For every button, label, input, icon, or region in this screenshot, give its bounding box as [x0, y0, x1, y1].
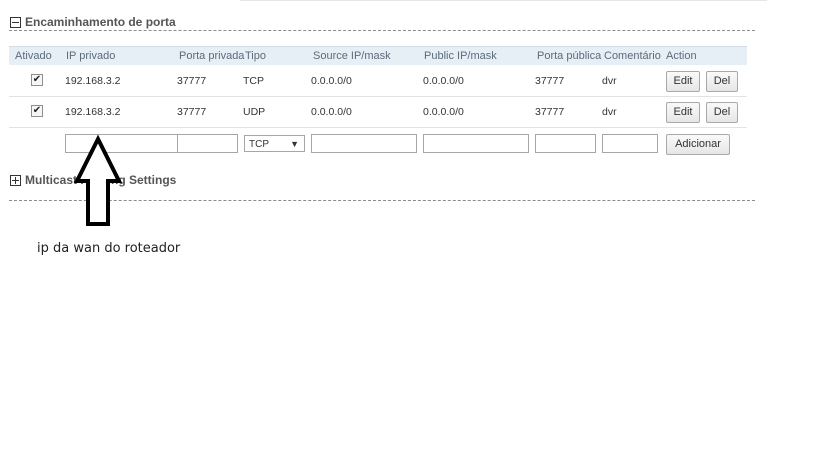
up-arrow-icon [73, 134, 123, 226]
annotation-text: ip da wan do roteador [37, 241, 181, 256]
